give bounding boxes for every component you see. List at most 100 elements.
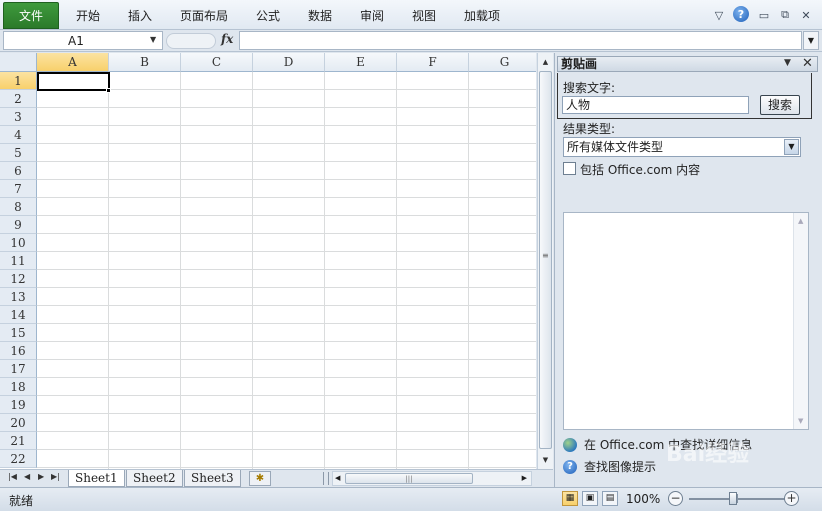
active-cell[interactable] <box>37 72 110 91</box>
search-tips-link[interactable]: ? 查找图像提示 <box>563 458 656 475</box>
formula-bar-splitter[interactable] <box>166 33 216 49</box>
search-button[interactable]: 搜索 <box>760 95 800 115</box>
minimize-icon[interactable]: ▭ <box>756 6 772 24</box>
horizontal-scroll-thumb[interactable]: ||| <box>345 473 473 484</box>
row-header[interactable]: 5 <box>0 144 37 162</box>
sheet-tab-sheet1[interactable]: Sheet1 <box>68 470 125 487</box>
column-header[interactable]: D <box>253 53 325 72</box>
last-sheet-icon[interactable]: ▶| <box>51 472 60 481</box>
row-header[interactable]: 8 <box>0 198 37 216</box>
tab-data[interactable]: 数据 <box>308 7 332 24</box>
zoom-slider-thumb[interactable] <box>729 492 737 505</box>
sheet-tab-sheet3[interactable]: Sheet3 <box>184 470 241 487</box>
row-header[interactable]: 7 <box>0 180 37 198</box>
prev-sheet-icon[interactable]: ◀ <box>24 472 30 481</box>
horizontal-scrollbar[interactable]: ◀ ||| ▶ <box>332 471 532 486</box>
chevron-down-icon[interactable]: ▼ <box>784 139 799 155</box>
worksheet-grid[interactable]: A B C D E F G 1 2 3 4 5 6 7 8 9 10 11 12 13 14 15 16 17 18 19 20 21… <box>0 53 536 469</box>
restore-icon[interactable]: ⧉ <box>777 6 793 24</box>
column-header[interactable]: G <box>469 53 536 72</box>
tab-review[interactable]: 审阅 <box>360 7 384 24</box>
status-text: 就绪 <box>9 494 34 508</box>
row-header[interactable]: 2 <box>0 90 37 108</box>
close-icon[interactable]: ✕ <box>798 6 814 24</box>
row-header[interactable]: 22 <box>0 450 37 468</box>
scroll-up-icon[interactable]: ▲ <box>538 55 553 69</box>
row-header[interactable]: 9 <box>0 216 37 234</box>
tab-page-layout[interactable]: 页面布局 <box>180 7 228 24</box>
vertical-scrollbar[interactable]: ▲ ≡ ▼ <box>537 53 553 469</box>
row-header[interactable]: 13 <box>0 288 37 306</box>
column-header[interactable]: E <box>325 53 397 72</box>
row-header[interactable]: 10 <box>0 234 37 252</box>
tab-home[interactable]: 开始 <box>76 7 100 24</box>
sheet-tab-bar: |◀ ◀ ▶ ▶| Sheet1 Sheet2 Sheet3 ✱ ◀ ||| ▶ <box>0 469 553 487</box>
scroll-down-icon[interactable]: ▼ <box>798 417 803 425</box>
include-office-checkbox[interactable] <box>563 162 576 175</box>
column-header[interactable]: B <box>109 53 181 72</box>
help-icon[interactable]: ? <box>733 6 749 22</box>
insert-function-icon[interactable]: fx <box>221 32 233 46</box>
search-input[interactable]: 人物 <box>562 96 749 114</box>
results-scrollbar[interactable]: ▲ ▼ <box>793 213 808 429</box>
row-header[interactable]: 16 <box>0 342 37 360</box>
search-label: 搜索文字: <box>563 81 616 95</box>
results-area[interactable]: ▲ ▼ <box>563 212 809 430</box>
gridline-horizontal <box>37 197 536 198</box>
gridline-horizontal <box>37 323 536 324</box>
result-type-select[interactable]: 所有媒体文件类型 ▼ <box>563 137 801 157</box>
search-tips-link-text[interactable]: 查找图像提示 <box>584 458 656 475</box>
column-header[interactable]: F <box>397 53 469 72</box>
scroll-up-icon[interactable]: ▲ <box>798 217 803 225</box>
chevron-down-icon[interactable]: ▼ <box>150 35 156 44</box>
gridline-horizontal <box>37 161 536 162</box>
pane-options-icon[interactable]: ▼ <box>784 58 791 68</box>
ribbon-minimize-icon[interactable]: ▽ <box>711 6 727 24</box>
row-header[interactable]: 21 <box>0 432 37 450</box>
sheet-tab-sheet2[interactable]: Sheet2 <box>126 470 183 487</box>
fill-handle[interactable] <box>106 88 111 93</box>
select-all-corner[interactable] <box>0 53 37 72</box>
tab-addins[interactable]: 加载项 <box>464 7 500 24</box>
row-header[interactable]: 12 <box>0 270 37 288</box>
gridline-horizontal <box>37 413 536 414</box>
gridline-horizontal <box>37 395 536 396</box>
pane-close-icon[interactable]: ✕ <box>802 56 813 71</box>
scroll-left-icon[interactable]: ◀ <box>335 474 340 482</box>
first-sheet-icon[interactable]: |◀ <box>8 472 17 481</box>
row-header[interactable]: 15 <box>0 324 37 342</box>
scroll-right-icon[interactable]: ▶ <box>522 474 527 482</box>
row-header[interactable]: 20 <box>0 414 37 432</box>
scroll-down-icon[interactable]: ▼ <box>538 453 553 467</box>
column-header[interactable]: C <box>181 53 253 72</box>
tab-split-handle[interactable] <box>323 472 329 485</box>
insert-sheet-icon[interactable]: ✱ <box>249 471 271 486</box>
tab-insert[interactable]: 插入 <box>128 7 152 24</box>
tab-view[interactable]: 视图 <box>412 7 436 24</box>
page-layout-view-icon[interactable]: ▣ <box>582 491 598 506</box>
row-header[interactable]: 1 <box>0 72 37 90</box>
row-header[interactable]: 3 <box>0 108 37 126</box>
normal-view-icon[interactable]: ▦ <box>562 491 578 506</box>
row-header[interactable]: 18 <box>0 378 37 396</box>
gridline-horizontal <box>37 467 536 468</box>
row-header[interactable]: 6 <box>0 162 37 180</box>
page-break-view-icon[interactable]: ▤ <box>602 491 618 506</box>
name-box[interactable]: A1 ▼ <box>3 31 163 50</box>
zoom-out-icon[interactable]: − <box>668 491 683 506</box>
zoom-in-icon[interactable]: + <box>784 491 799 506</box>
next-sheet-icon[interactable]: ▶ <box>38 472 44 481</box>
vertical-scroll-thumb[interactable] <box>539 71 552 449</box>
row-header[interactable]: 17 <box>0 360 37 378</box>
tab-formulas[interactable]: 公式 <box>256 7 280 24</box>
row-header[interactable]: 4 <box>0 126 37 144</box>
row-header[interactable]: 14 <box>0 306 37 324</box>
file-tab[interactable]: 文件 <box>3 2 59 29</box>
column-header[interactable]: A <box>37 53 109 72</box>
gridline-horizontal <box>37 251 536 252</box>
zoom-level[interactable]: 100% <box>626 492 660 506</box>
row-header[interactable]: 11 <box>0 252 37 270</box>
row-header[interactable]: 19 <box>0 396 37 414</box>
formula-input[interactable] <box>239 31 802 50</box>
expand-formula-bar-icon[interactable]: ▼ <box>803 31 819 50</box>
